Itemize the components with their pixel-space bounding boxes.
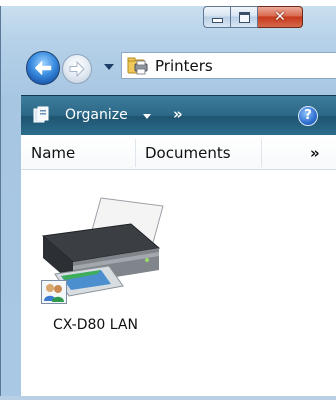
forward-button[interactable] [62,54,92,84]
chevron-down-icon [143,114,151,119]
maximize-button[interactable] [231,6,258,28]
minimize-button[interactable] [203,6,231,28]
back-button[interactable] [26,51,60,85]
organize-menu[interactable]: Organize [65,107,128,123]
column-divider[interactable] [261,139,262,167]
help-button[interactable]: ? [298,106,318,126]
close-button[interactable]: ✕ [258,6,303,28]
address-bar[interactable]: Printers [121,52,336,79]
column-header: Name Documents » [21,137,336,170]
forward-arrow-icon [69,61,85,77]
address-location: Printers [155,56,213,75]
close-icon: ✕ [274,9,286,25]
column-divider[interactable] [135,139,136,167]
printer-name: CX-D80 LAN [53,317,138,333]
list-item[interactable]: CX-D80 LAN [31,186,181,346]
back-arrow-icon [34,60,52,76]
shared-users-icon [41,280,67,304]
printers-folder-icon [127,56,149,76]
command-bar: Organize » ? [21,95,336,136]
organize-icon [33,106,51,124]
maximize-icon [238,11,250,23]
column-name[interactable]: Name [31,137,75,169]
caption-buttons: ✕ [203,6,303,28]
column-documents[interactable]: Documents [145,137,231,169]
minimize-icon [211,18,223,23]
toolbar-overflow-button[interactable]: » [173,105,183,123]
window-bottom-border [0,396,336,400]
recent-pages-dropdown[interactable] [104,64,114,70]
column-overflow-button[interactable]: » [310,137,320,169]
